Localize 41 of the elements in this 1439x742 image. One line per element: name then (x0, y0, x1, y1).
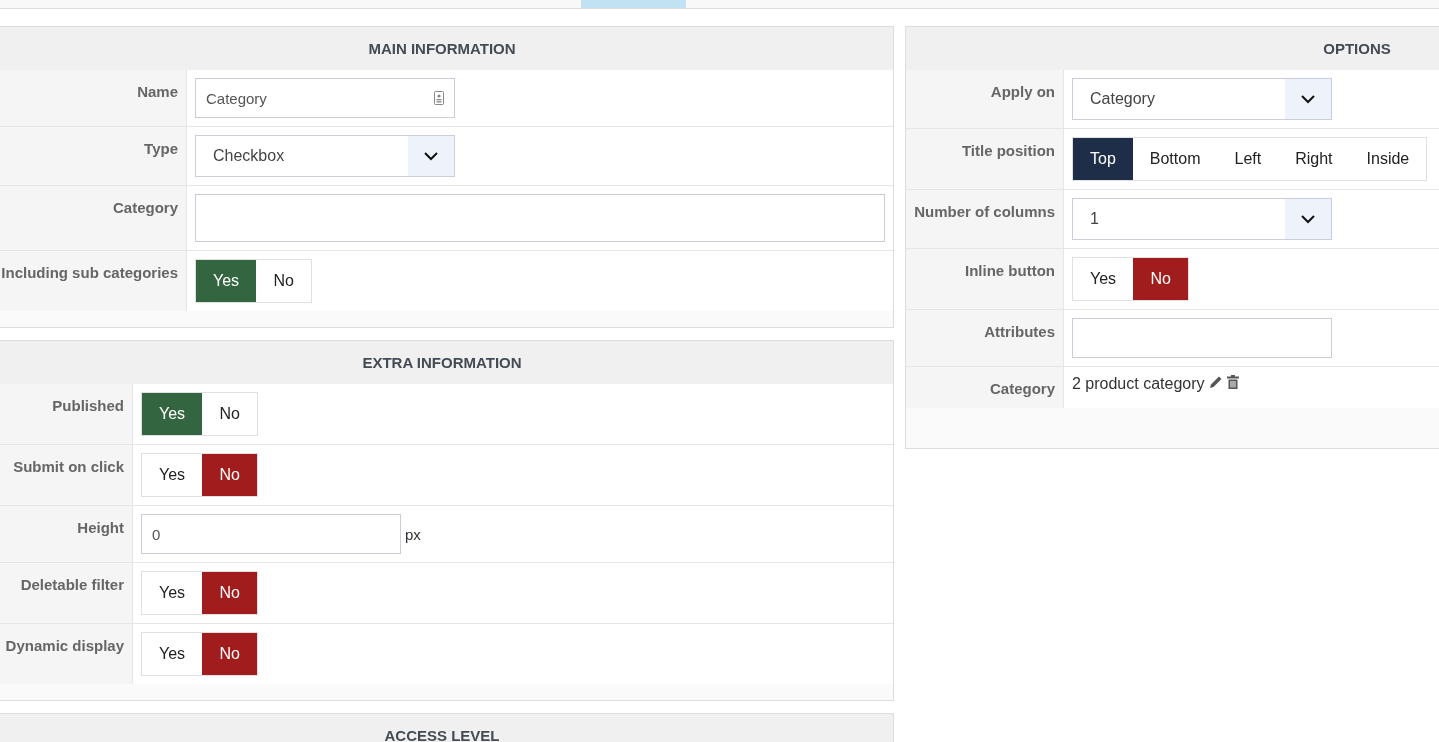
toggle-option[interactable]: No (202, 633, 258, 675)
field-label: Published (52, 397, 124, 414)
field-label: Deletable filter (20, 576, 124, 593)
toggle-option[interactable]: Yes (142, 393, 203, 435)
panel-title: ACCESS LEVEL (384, 727, 500, 742)
chevron-down-icon (1300, 94, 1316, 104)
field-label: Submit on click (13, 458, 124, 475)
field-label: Attributes (984, 323, 1055, 340)
text-field[interactable]: Category (195, 78, 455, 118)
active-tab-strip[interactable] (581, 0, 686, 8)
field-label: Category (112, 199, 178, 216)
field-label: Title position (961, 142, 1055, 159)
toggle-option[interactable]: No (202, 572, 258, 614)
field-label: Name (137, 83, 178, 100)
toggle-option[interactable]: Yes (196, 260, 257, 302)
toggle-option[interactable]: No (1133, 258, 1189, 300)
field-label: Including sub categories (1, 264, 178, 281)
toggle-option[interactable]: Top (1073, 138, 1133, 180)
text-field[interactable] (1072, 318, 1332, 358)
pencil-icon[interactable] (1208, 375, 1223, 389)
text-field[interactable] (195, 194, 885, 242)
select-field[interactable]: Category (1072, 78, 1332, 120)
field-label: Dynamic display (5, 637, 124, 654)
field-label: Category (989, 380, 1055, 397)
field-label: Number of columns (914, 203, 1055, 220)
select-field[interactable]: 1 (1072, 198, 1332, 240)
chevron-down-icon (1300, 214, 1316, 224)
panel-title: EXTRA INFORMATION (362, 354, 522, 371)
trash-icon[interactable] (1226, 375, 1239, 389)
field-label: Apply on (990, 83, 1055, 100)
text-field[interactable]: 0 (141, 514, 401, 554)
select-field[interactable]: Checkbox (195, 135, 455, 177)
field-label: Type (144, 140, 178, 157)
chevron-down-icon (423, 151, 439, 161)
toggle-option[interactable]: No (202, 454, 258, 496)
panel-title: MAIN INFORMATION (368, 40, 516, 57)
field-label: Height (77, 519, 124, 536)
field-label: Inline button (965, 262, 1055, 279)
unit-label: px (405, 525, 421, 543)
panel-title: OPTIONS (1323, 40, 1391, 57)
category-value: 2 product category (1072, 375, 1205, 393)
